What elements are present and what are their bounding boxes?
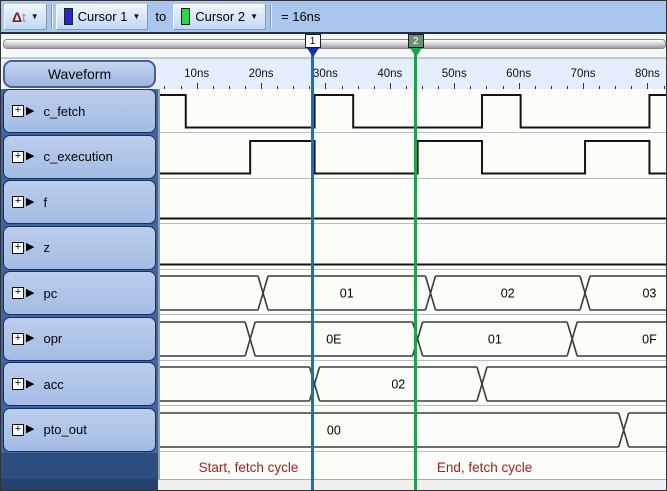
signal-name-label: pto_out bbox=[43, 422, 86, 437]
bus-value-label: 02 bbox=[391, 378, 405, 392]
annotation-text: End, fetch cycle bbox=[437, 460, 532, 475]
waveform-header-button[interactable]: Waveform bbox=[3, 60, 156, 88]
cursor2-color-swatch bbox=[181, 8, 190, 25]
timeline-ruler[interactable]: 10ns 20ns 30ns 40ns 50ns 60ns 70ns 80ns bbox=[158, 59, 667, 90]
ruler-tick-label: 60ns bbox=[506, 68, 531, 80]
signal-arrow-icon: ▶ bbox=[26, 288, 34, 299]
bus-value-label: 0E bbox=[326, 332, 341, 346]
signal-arrow-icon: ▶ bbox=[26, 242, 34, 253]
expand-plus-icon[interactable]: + bbox=[12, 105, 24, 117]
expand-plus-icon[interactable]: + bbox=[12, 378, 24, 390]
toolbar-separator bbox=[270, 5, 271, 29]
waveform-viewer-window: Δt ▼ Cursor 1 ▼ to Cursor 2 ▼ = 16ns Wav… bbox=[0, 0, 667, 491]
signal-name-panel: +▶c_fetch+▶c_execution+▶f+▶z+▶pc+▶opr+▶a… bbox=[1, 89, 158, 479]
delta-time-button[interactable]: Δt ▼ bbox=[4, 4, 47, 30]
expand-plus-icon[interactable]: + bbox=[12, 424, 24, 436]
signal-row-c_fetch[interactable]: +▶ c_fetch bbox=[3, 89, 156, 133]
signal-name-label: z bbox=[43, 240, 50, 255]
ruler-tick-label: 50ns bbox=[442, 68, 467, 80]
cursor1-select-label: Cursor 1 bbox=[78, 9, 128, 24]
ruler-tick-label: 30ns bbox=[313, 68, 338, 80]
signal-name-label: opr bbox=[43, 331, 62, 346]
annotation-text: Start, fetch cycle bbox=[199, 460, 299, 475]
cursor1-flag-pointer-icon[interactable] bbox=[307, 48, 319, 57]
cursor2-select-label: Cursor 2 bbox=[195, 9, 245, 24]
horizontal-scroll-area[interactable] bbox=[158, 479, 667, 491]
expand-plus-icon[interactable]: + bbox=[12, 196, 24, 208]
signal-name-label: acc bbox=[43, 377, 63, 392]
signal-arrow-icon: ▶ bbox=[26, 151, 34, 162]
bus-value-label: 00 bbox=[327, 423, 341, 437]
cursor2-flag-pointer-icon[interactable] bbox=[410, 48, 422, 57]
signal-row-z[interactable]: +▶ z bbox=[3, 226, 156, 270]
chevron-down-icon: ▼ bbox=[31, 13, 39, 21]
ruler-tick-label: 80ns bbox=[635, 68, 660, 80]
signal-row-pto_out[interactable]: +▶ pto_out bbox=[3, 408, 156, 452]
signal-row-acc[interactable]: +▶ acc bbox=[3, 362, 156, 406]
signal-arrow-icon: ▶ bbox=[26, 106, 34, 117]
expand-plus-icon[interactable]: + bbox=[12, 333, 24, 345]
cursor1-line[interactable] bbox=[311, 49, 314, 491]
marker-track-strip bbox=[1, 34, 667, 58]
signal-arrow-icon: ▶ bbox=[26, 197, 34, 208]
delta-time-value: = 16ns bbox=[275, 9, 326, 24]
expand-plus-icon[interactable]: + bbox=[12, 151, 24, 163]
panel-bottom-filler bbox=[1, 453, 158, 479]
ruler-tick-label: 40ns bbox=[377, 68, 402, 80]
signal-name-label: f bbox=[43, 195, 47, 210]
cursor2-select[interactable]: Cursor 2 ▼ bbox=[173, 4, 266, 30]
cursor1-flag[interactable]: 1 bbox=[305, 34, 321, 48]
ruler-tick-label: 70ns bbox=[571, 68, 596, 80]
toolbar-separator bbox=[51, 5, 52, 29]
wave-area[interactable]: 01 02 03 0E 01 0F 02 00 Start, fetch cycle End, f… bbox=[158, 89, 667, 479]
signal-name-label: pc bbox=[43, 286, 57, 301]
ruler-tick-label: 10ns bbox=[184, 68, 209, 80]
bus-value-label: 03 bbox=[642, 287, 656, 301]
signal-row-opr[interactable]: +▶ opr bbox=[3, 317, 156, 361]
delta-time-label: Δt bbox=[12, 9, 26, 25]
cursor1-select[interactable]: Cursor 1 ▼ bbox=[56, 4, 149, 30]
cursor2-flag[interactable]: 2 bbox=[408, 34, 424, 48]
bottom-left-filler bbox=[1, 479, 158, 491]
bus-value-label: 02 bbox=[501, 287, 515, 301]
expand-plus-icon[interactable]: + bbox=[12, 287, 24, 299]
expand-plus-icon[interactable]: + bbox=[12, 242, 24, 254]
bus-value-label: 01 bbox=[488, 332, 502, 346]
signal-arrow-icon: ▶ bbox=[26, 333, 34, 344]
chevron-down-icon: ▼ bbox=[250, 13, 258, 21]
signal-arrow-icon: ▶ bbox=[26, 424, 34, 435]
toolbar: Δt ▼ Cursor 1 ▼ to Cursor 2 ▼ = 16ns bbox=[1, 1, 667, 34]
signal-arrow-icon: ▶ bbox=[26, 379, 34, 390]
header-row: Waveform 10ns 20ns 30ns 40ns 50ns 60ns 70ns 80n… bbox=[1, 58, 667, 89]
to-label: to bbox=[151, 9, 170, 24]
header-left: Waveform bbox=[1, 59, 158, 90]
signal-row-pc[interactable]: +▶ pc bbox=[3, 271, 156, 315]
cursor2-line[interactable] bbox=[414, 49, 417, 491]
signal-name-label: c_fetch bbox=[43, 104, 85, 119]
chevron-down-icon: ▼ bbox=[132, 13, 140, 21]
signal-name-label: c_execution bbox=[43, 149, 112, 164]
marker-track[interactable] bbox=[3, 39, 666, 49]
ruler-tick-label: 20ns bbox=[249, 68, 274, 80]
signal-row-f[interactable]: +▶ f bbox=[3, 180, 156, 224]
bus-value-label: 0F bbox=[642, 332, 657, 346]
signal-row-c_execution[interactable]: +▶ c_execution bbox=[3, 135, 156, 179]
cursor1-color-swatch bbox=[64, 8, 73, 25]
bus-value-label: 01 bbox=[340, 287, 354, 301]
